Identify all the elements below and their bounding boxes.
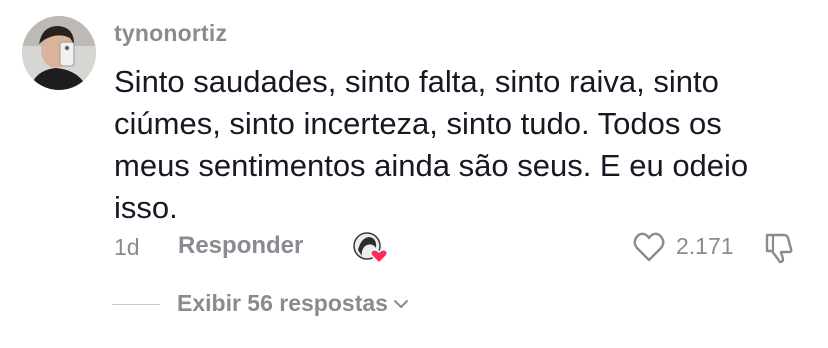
replies-divider <box>112 304 160 305</box>
view-replies-label: Exibir 56 respostas <box>177 290 388 316</box>
avatar[interactable] <box>22 16 96 90</box>
reply-button[interactable]: Responder <box>178 232 303 260</box>
heart-outline-icon[interactable] <box>632 230 666 264</box>
thumbs-down-icon[interactable] <box>762 229 796 265</box>
view-replies-button[interactable]: Exibir 56 respostas <box>177 290 410 317</box>
comment-username[interactable]: tynonortiz <box>114 20 227 47</box>
chevron-down-icon <box>393 299 408 308</box>
comment-text: Sinto saudades, sinto falta, sinto raiva… <box>114 64 749 225</box>
like-count: 2.171 <box>676 233 734 259</box>
comment-time: 1d <box>114 234 140 260</box>
creator-liked-heart-icon <box>352 230 390 266</box>
